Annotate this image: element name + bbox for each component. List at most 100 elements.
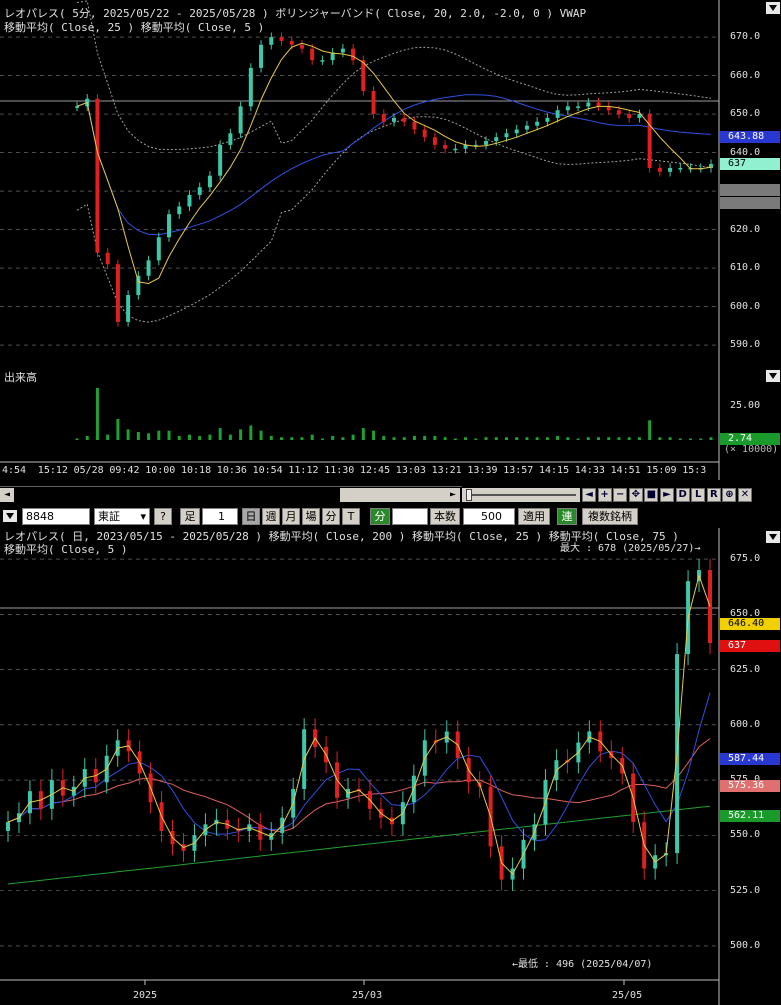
x-tick-label: 14:15 bbox=[539, 465, 570, 476]
volume-bar bbox=[586, 437, 590, 440]
nav-button[interactable]: ■ bbox=[644, 488, 659, 502]
tag-last-price: 637 bbox=[720, 158, 780, 170]
ba-button[interactable]: 場 bbox=[302, 508, 320, 525]
candle-body bbox=[596, 102, 601, 107]
candle-body bbox=[248, 67, 253, 107]
candle-body bbox=[115, 264, 120, 322]
volume-bar bbox=[453, 438, 457, 440]
volume-bar bbox=[167, 430, 171, 440]
x-tick-label: 4:54 bbox=[2, 465, 27, 476]
y-tick-label: 550.0 bbox=[730, 829, 761, 841]
intraday-chart-menu-icon[interactable] bbox=[766, 2, 780, 14]
volume-bar bbox=[556, 435, 560, 440]
volume-menu-icon[interactable] bbox=[766, 370, 780, 382]
month-button[interactable]: 月 bbox=[282, 508, 300, 525]
volume-bar bbox=[157, 430, 161, 440]
intraday-price-plot bbox=[0, 0, 781, 480]
nav-button[interactable]: D bbox=[675, 488, 690, 502]
volume-bar bbox=[187, 434, 191, 440]
volume-bar bbox=[361, 428, 365, 440]
volume-bar bbox=[351, 434, 355, 440]
day-button[interactable]: 日 bbox=[242, 508, 260, 525]
nav-button[interactable]: L bbox=[691, 488, 706, 502]
volume-bar bbox=[648, 420, 652, 440]
nav-button[interactable]: R bbox=[706, 488, 721, 502]
candle-body bbox=[177, 206, 182, 215]
zoom-slider-track bbox=[466, 494, 576, 496]
nav-button[interactable]: + bbox=[597, 488, 612, 502]
nav-button[interactable]: − bbox=[613, 488, 628, 502]
candle-body bbox=[657, 167, 662, 172]
minute-value-input[interactable] bbox=[392, 508, 428, 525]
stock-code-input[interactable]: 8848 bbox=[22, 508, 90, 525]
nav-button[interactable]: ◄ bbox=[582, 488, 596, 502]
candle-body bbox=[146, 260, 151, 276]
candle-body bbox=[207, 175, 212, 188]
nav-button[interactable]: ► bbox=[660, 488, 674, 502]
volume-bar bbox=[147, 433, 151, 440]
tag-ma5: 646.40 bbox=[720, 618, 780, 630]
volume-bar bbox=[627, 437, 631, 440]
intraday-background bbox=[0, 0, 781, 480]
volume-bar bbox=[423, 435, 427, 440]
volume-label: 出来高 bbox=[4, 371, 37, 384]
toolbar-menu-icon[interactable] bbox=[3, 510, 17, 522]
ren-button[interactable]: 連 bbox=[557, 508, 577, 525]
scroll-right-arrow[interactable]: ► bbox=[446, 488, 460, 502]
daily-chart-menu-icon[interactable] bbox=[766, 531, 780, 543]
volume-bar bbox=[341, 437, 345, 440]
daily-background bbox=[0, 528, 781, 1005]
y-tick-label: 640.0 bbox=[730, 146, 761, 158]
volume-bar bbox=[136, 432, 140, 440]
candle-body bbox=[381, 114, 386, 122]
y-tick-label: 590.0 bbox=[730, 339, 761, 351]
tick-button[interactable]: T bbox=[342, 508, 360, 525]
multi-stock-button[interactable]: 複数銘柄 bbox=[582, 508, 638, 525]
daily-price-plot bbox=[0, 528, 781, 1005]
candle-body bbox=[126, 295, 131, 322]
volume-bar bbox=[228, 434, 232, 440]
minute-button[interactable]: 分 bbox=[322, 508, 340, 525]
nav-button[interactable]: ✕ bbox=[738, 488, 752, 502]
honsu-input[interactable]: 500 bbox=[463, 508, 515, 525]
volume-bar bbox=[372, 430, 376, 440]
nav-button[interactable]: ✥ bbox=[628, 488, 643, 502]
scroll-bar[interactable]: ◄ ► bbox=[0, 486, 462, 504]
volume-bar bbox=[637, 437, 641, 440]
zoom-slider[interactable] bbox=[462, 488, 580, 502]
y-tick-label: 650.0 bbox=[730, 108, 761, 120]
daily-chart[interactable]: レオパレス( 日, 2023/05/15 - 2025/05/28 ) 移動平均… bbox=[0, 528, 781, 1005]
scroll-track[interactable] bbox=[340, 488, 446, 502]
ashi-value-input[interactable]: 1 bbox=[202, 508, 238, 525]
candle-body bbox=[443, 144, 448, 149]
candle-body bbox=[371, 90, 376, 115]
scroll-left-arrow[interactable]: ◄ bbox=[0, 488, 14, 502]
apply-button[interactable]: 適用 bbox=[518, 508, 550, 525]
help-button[interactable]: ? bbox=[154, 508, 172, 525]
volume-bar bbox=[310, 434, 314, 440]
volume-bar bbox=[474, 438, 478, 440]
volume-bar bbox=[545, 437, 549, 440]
candle-body bbox=[535, 121, 540, 126]
candle-body bbox=[197, 187, 202, 195]
volume-bar bbox=[525, 437, 529, 440]
x-tick-label: 15:09 bbox=[646, 465, 677, 476]
volume-bar bbox=[535, 437, 539, 440]
volume-bar bbox=[484, 437, 488, 440]
candle-body bbox=[494, 137, 499, 142]
volume-bar bbox=[259, 430, 263, 440]
volume-bar bbox=[126, 429, 130, 440]
intraday-chart[interactable]: レオパレス( 5分, 2025/05/22 - 2025/05/28 ) ボリン… bbox=[0, 0, 781, 480]
candle-body bbox=[555, 110, 560, 118]
candle-body bbox=[75, 106, 79, 108]
week-button[interactable]: 週 bbox=[262, 508, 280, 525]
volume-bar bbox=[443, 437, 447, 440]
nav-button[interactable]: ⊕ bbox=[722, 488, 737, 502]
volume-bar bbox=[607, 437, 611, 440]
candle-body bbox=[647, 114, 652, 168]
candle-body bbox=[156, 237, 161, 261]
zoom-slider-thumb[interactable] bbox=[466, 489, 472, 501]
chevron-down-icon: ▾ bbox=[140, 510, 146, 523]
market-select[interactable]: 東証 ▾ bbox=[94, 508, 150, 525]
candle-body bbox=[545, 117, 550, 122]
